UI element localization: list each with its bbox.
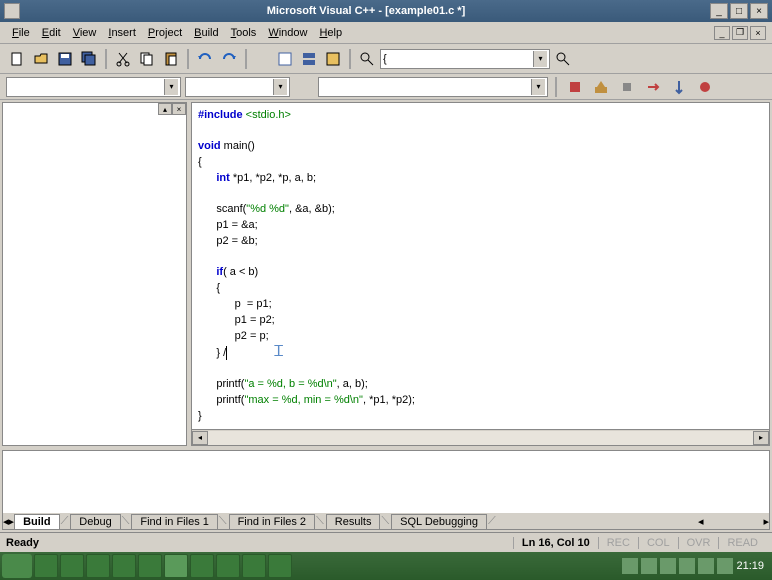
- open-icon[interactable]: [30, 48, 52, 70]
- maximize-button[interactable]: □: [730, 3, 748, 19]
- ibeam-cursor-icon: Ꮖ: [274, 343, 284, 360]
- cut-icon[interactable]: [112, 48, 134, 70]
- taskbar-app-8[interactable]: [216, 554, 240, 578]
- taskbar-clock[interactable]: 21:19: [736, 560, 764, 572]
- window-title: Microsoft Visual C++ - [example01.c *]: [24, 5, 708, 17]
- tray-icon-2[interactable]: [641, 558, 657, 574]
- taskbar-app-2[interactable]: [60, 554, 84, 578]
- taskbar-app-4[interactable]: [112, 554, 136, 578]
- status-rec: REC: [598, 537, 638, 549]
- find-in-files-icon[interactable]: [552, 48, 574, 70]
- taskbar-app-7[interactable]: [190, 554, 214, 578]
- menu-window[interactable]: Window: [262, 25, 313, 41]
- find-combo[interactable]: { ▾: [380, 49, 550, 69]
- pane-undock-icon[interactable]: ▴: [158, 103, 172, 115]
- text-cursor: [226, 346, 227, 360]
- copy-icon[interactable]: [136, 48, 158, 70]
- go-icon[interactable]: [668, 76, 690, 98]
- taskbar: 21:19: [0, 552, 772, 580]
- workspace-icon[interactable]: [274, 48, 296, 70]
- tab-find1[interactable]: Find in Files 1: [131, 514, 217, 529]
- taskbar-app-1[interactable]: [34, 554, 58, 578]
- start-button[interactable]: [2, 554, 32, 578]
- chevron-down-icon[interactable]: ▾: [531, 79, 545, 95]
- class-combo[interactable]: ▾: [6, 77, 181, 97]
- status-position: Ln 16, Col 10: [513, 537, 598, 549]
- editor-hscroll[interactable]: ◂ ▸: [192, 429, 769, 445]
- system-tray: 21:19: [616, 558, 770, 574]
- status-read: READ: [718, 537, 766, 549]
- tab-find2[interactable]: Find in Files 2: [229, 514, 315, 529]
- menu-build[interactable]: Build: [188, 25, 224, 41]
- main-area: ▴ × #include <stdio.h> void main() { int…: [0, 100, 772, 448]
- tray-icon-3[interactable]: [660, 558, 676, 574]
- status-bar: Ready Ln 16, Col 10 REC COL OVR READ: [0, 532, 772, 552]
- toolbar-wizard: ▾ ▾ ▾: [0, 74, 772, 100]
- app-icon: [4, 3, 20, 19]
- chevron-down-icon[interactable]: ▾: [273, 79, 287, 95]
- find-combo-value: {: [383, 53, 387, 65]
- tab-results[interactable]: Results: [326, 514, 381, 529]
- chevron-down-icon[interactable]: ▾: [533, 51, 547, 67]
- filter-combo[interactable]: ▾: [318, 77, 548, 97]
- output-pane[interactable]: ◂ ▸ Build ⟋ Debug ⟍ Find in Files 1 ⟍ Fi…: [2, 450, 770, 530]
- menu-project[interactable]: Project: [142, 25, 188, 41]
- close-button[interactable]: ×: [750, 3, 768, 19]
- workspace-pane[interactable]: ▴ ×: [2, 102, 187, 446]
- scroll-left-icon[interactable]: ◂: [192, 431, 208, 445]
- status-ovr: OVR: [678, 537, 719, 549]
- output-tabs: Build ⟋ Debug ⟍ Find in Files 1 ⟍ Find i…: [14, 513, 498, 529]
- title-bar: Microsoft Visual C++ - [example01.c *] _…: [0, 0, 772, 22]
- doc-close-button[interactable]: ×: [750, 26, 766, 40]
- taskbar-app-5[interactable]: [138, 554, 162, 578]
- stop-build-icon[interactable]: [616, 76, 638, 98]
- menu-tools[interactable]: Tools: [225, 25, 263, 41]
- status-ready: Ready: [6, 537, 513, 549]
- tab-build[interactable]: Build: [14, 514, 60, 529]
- tray-icon-4[interactable]: [679, 558, 695, 574]
- tab-sql[interactable]: SQL Debugging: [391, 514, 487, 529]
- code-editor[interactable]: #include <stdio.h> void main() { int *p1…: [191, 102, 770, 446]
- menu-view[interactable]: View: [67, 25, 103, 41]
- taskbar-app-9[interactable]: [242, 554, 266, 578]
- pane-close-icon[interactable]: ×: [172, 103, 186, 115]
- menu-insert[interactable]: Insert: [102, 25, 142, 41]
- compile-icon[interactable]: [564, 76, 586, 98]
- output-icon[interactable]: [322, 48, 344, 70]
- tray-icon-1[interactable]: [622, 558, 638, 574]
- output-scroll-right-icon[interactable]: ▸: [763, 515, 769, 528]
- taskbar-app-3[interactable]: [86, 554, 110, 578]
- undo-icon[interactable]: [194, 48, 216, 70]
- tab-debug[interactable]: Debug: [70, 514, 120, 529]
- build-icon[interactable]: [590, 76, 612, 98]
- output-scroll-left-icon[interactable]: ◂: [698, 515, 704, 528]
- doc-minimize-button[interactable]: _: [714, 26, 730, 40]
- taskbar-app-10[interactable]: [268, 554, 292, 578]
- menu-help[interactable]: Help: [313, 25, 348, 41]
- status-col: COL: [638, 537, 678, 549]
- tray-icon-6[interactable]: [717, 558, 733, 574]
- execute-icon[interactable]: [642, 76, 664, 98]
- breakpoint-icon[interactable]: [694, 76, 716, 98]
- find-icon[interactable]: [356, 48, 378, 70]
- minimize-button[interactable]: _: [710, 3, 728, 19]
- code-content[interactable]: #include <stdio.h> void main() { int *p1…: [192, 103, 769, 429]
- chevron-down-icon[interactable]: ▾: [164, 79, 178, 95]
- menu-edit[interactable]: Edit: [36, 25, 67, 41]
- save-icon[interactable]: [54, 48, 76, 70]
- save-all-icon[interactable]: [78, 48, 100, 70]
- new-file-icon[interactable]: [6, 48, 28, 70]
- scroll-right-icon[interactable]: ▸: [753, 431, 769, 445]
- scroll-track[interactable]: [208, 431, 753, 445]
- taskbar-app-6[interactable]: [164, 554, 188, 578]
- tray-icon-5[interactable]: [698, 558, 714, 574]
- paste-icon[interactable]: [160, 48, 182, 70]
- menu-bar: File Edit View Insert Project Build Tool…: [0, 22, 772, 44]
- window-list-icon[interactable]: [298, 48, 320, 70]
- member-combo[interactable]: ▾: [185, 77, 290, 97]
- menu-file[interactable]: File: [6, 25, 36, 41]
- toolbar-standard: { ▾: [0, 44, 772, 74]
- doc-restore-button[interactable]: ❐: [732, 26, 748, 40]
- redo-icon[interactable]: [218, 48, 240, 70]
